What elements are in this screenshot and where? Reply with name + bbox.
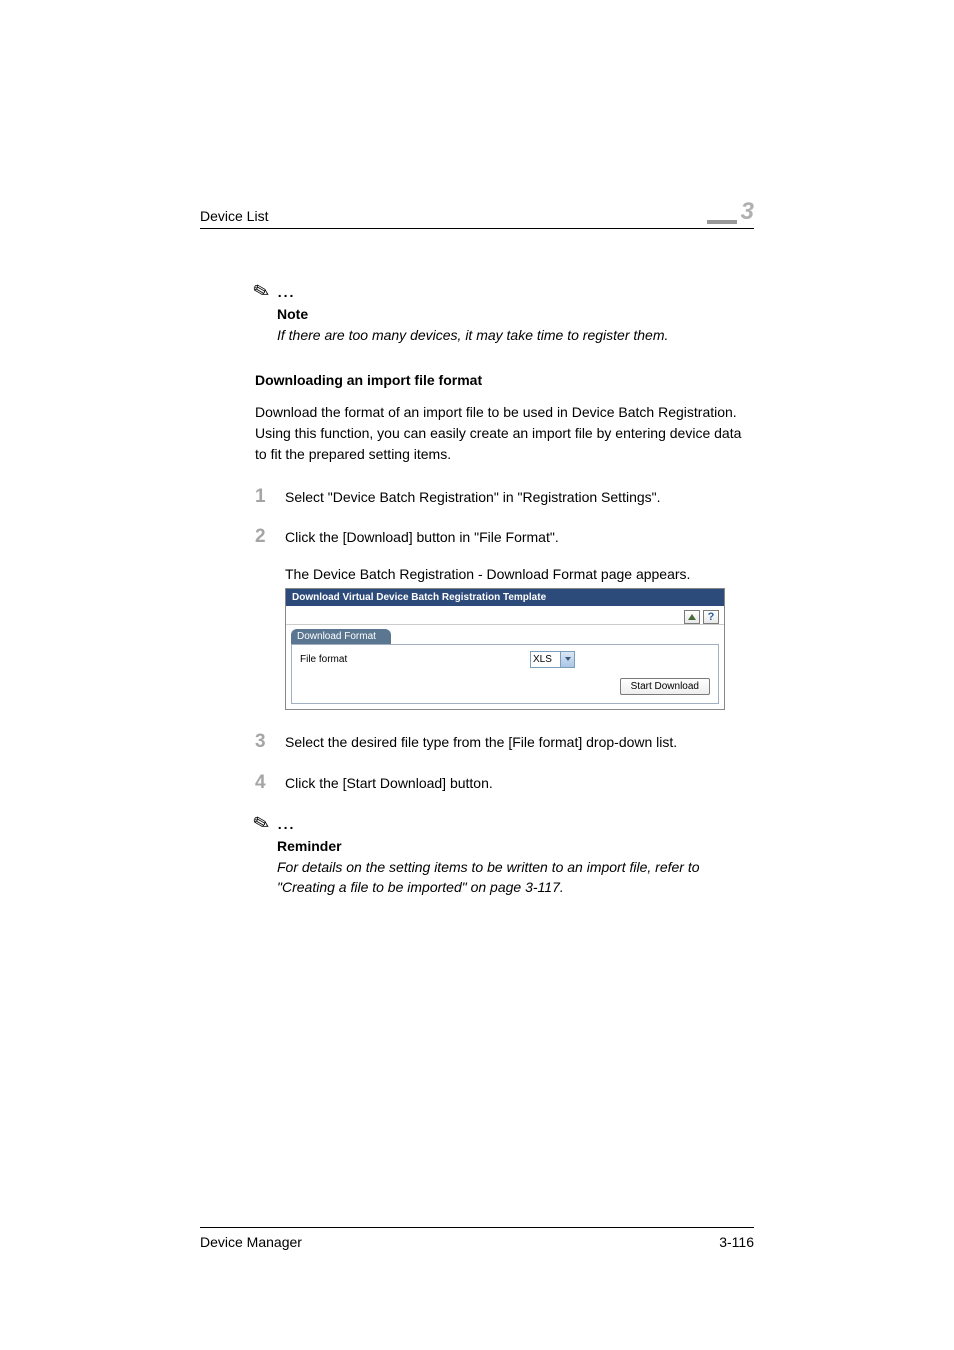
section-heading: Downloading an import file format (255, 372, 754, 388)
intro-paragraph: Download the format of an import file to… (255, 402, 754, 465)
dialog-screenshot: Download Virtual Device Batch Registrati… (285, 588, 725, 710)
chapter-number: 3 (741, 200, 754, 224)
header-section: Device List (200, 208, 268, 224)
chapter-underline (707, 210, 737, 224)
reminder-dots: ... (278, 816, 296, 832)
chevron-down-icon (560, 652, 574, 667)
step-number: 1 (255, 485, 285, 510)
note-label: Note (277, 306, 754, 322)
dialog-section-header: Download Format (291, 629, 391, 644)
chapter-indicator: 3 (707, 200, 754, 224)
note-text: If there are too many devices, it may ta… (277, 326, 754, 346)
dialog-body: File format XLS Start Download (291, 644, 719, 704)
note-dots: ... (278, 284, 296, 300)
step-number: 3 (255, 730, 285, 755)
step-number: 2 (255, 525, 285, 550)
file-format-label: File format (300, 654, 530, 665)
start-download-button[interactable]: Start Download (620, 678, 710, 695)
page-footer: Device Manager 3-116 (200, 1227, 754, 1250)
reminder-label: Reminder (277, 838, 754, 854)
footer-left: Device Manager (200, 1234, 302, 1250)
step-3: 3 Select the desired file type from the … (255, 730, 754, 755)
dialog-title: Download Virtual Device Batch Registrati… (286, 589, 724, 606)
step-text: Click the [Start Download] button. (285, 771, 493, 796)
file-format-value: XLS (533, 654, 552, 665)
pencil-icon: ✎ (250, 277, 273, 305)
file-format-select[interactable]: XLS (530, 651, 575, 668)
footer-right: 3-116 (719, 1234, 754, 1250)
pencil-icon: ✎ (250, 810, 273, 838)
dialog-toolbar: ? (286, 606, 724, 625)
step-number: 4 (255, 771, 285, 796)
help-icon[interactable]: ? (703, 610, 719, 624)
step-text: Select "Device Batch Registration" in "R… (285, 485, 661, 510)
step-1: 1 Select "Device Batch Registration" in … (255, 485, 754, 510)
note-block: ✎ ... Note If there are too many devices… (255, 279, 754, 346)
step-text: Click the [Download] button in "File For… (285, 525, 559, 550)
step-follow-text: The Device Batch Registration - Download… (285, 566, 754, 582)
reminder-block: ✎ ... Reminder For details on the settin… (255, 811, 754, 897)
reminder-text: For details on the setting items to be w… (277, 858, 754, 897)
page-header: Device List 3 (200, 200, 754, 229)
step-4: 4 Click the [Start Download] button. (255, 771, 754, 796)
up-icon[interactable] (684, 610, 700, 624)
step-text: Select the desired file type from the [F… (285, 730, 677, 755)
step-2: 2 Click the [Download] button in "File F… (255, 525, 754, 710)
